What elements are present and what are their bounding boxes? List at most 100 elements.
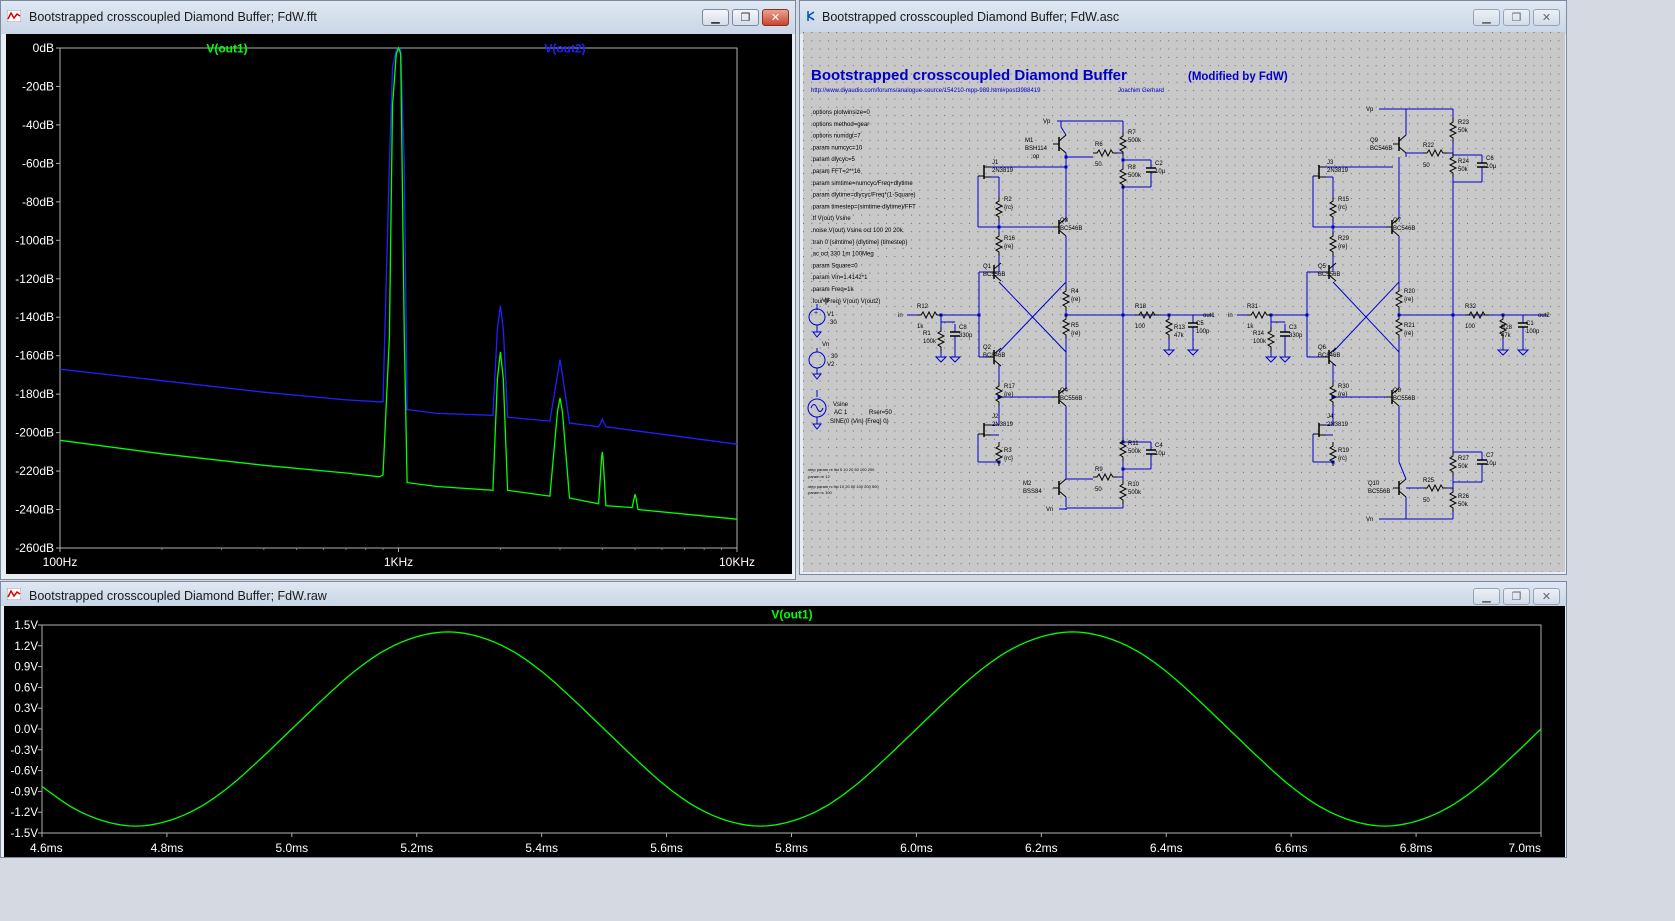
v2-node-label: Vn bbox=[822, 342, 829, 348]
schematic-window[interactable]: Bootstrapped crosscoupled Diamond Buffer… bbox=[799, 0, 1567, 575]
fft-window[interactable]: Bootstrapped crosscoupled Diamond Buffer… bbox=[0, 0, 796, 580]
label-r5: R5 bbox=[1071, 323, 1079, 329]
label-r29: R29 bbox=[1338, 236, 1350, 242]
label-r19: R19 bbox=[1338, 448, 1350, 454]
transient-y-tick-label: 0.3V bbox=[14, 703, 38, 715]
restore-button[interactable]: ❐ bbox=[732, 9, 759, 26]
spice-directive[interactable]: .param Square=0 bbox=[811, 263, 858, 269]
label-j2: J2 bbox=[992, 414, 999, 420]
spice-directive[interactable]: .param dlycyc=5 bbox=[811, 157, 856, 163]
junction-dot bbox=[1121, 467, 1125, 471]
spice-directive[interactable]: .param dlytime=dlycyc/Freq*(1-Square) bbox=[811, 193, 916, 199]
transient-x-tick-label: 6.8ms bbox=[1400, 841, 1433, 855]
value-q6: BC846B bbox=[1318, 353, 1340, 359]
value-r4: {re} bbox=[1071, 297, 1080, 303]
spice-directive[interactable]: .param Vin=1.4142*1 bbox=[811, 275, 868, 281]
op-directive[interactable]: ;op bbox=[1031, 154, 1040, 160]
spice-directive[interactable]: .param FFT=2**16 bbox=[811, 169, 861, 175]
value-r22: 50 bbox=[1423, 163, 1430, 169]
net-vp-left: Vp bbox=[1043, 119, 1051, 125]
schematic-heading[interactable]: Bootstrapped crosscoupled Diamond Buffer bbox=[811, 67, 1127, 84]
step-note[interactable]: .param re 12 bbox=[807, 474, 830, 479]
spice-directive[interactable]: .ac oct 330 1m 100Meg bbox=[811, 252, 874, 258]
step-note[interactable]: .step param rc list 10 20 50 100 200 500 bbox=[807, 484, 879, 489]
restore-button[interactable]: ❐ bbox=[1503, 588, 1530, 605]
label-r20: R20 bbox=[1404, 289, 1416, 295]
value-r27: 50k bbox=[1458, 464, 1469, 470]
close-button[interactable]: ✕ bbox=[762, 9, 789, 26]
transient-y-tick-label: -0.6V bbox=[11, 766, 39, 778]
value-r12: 1k bbox=[917, 324, 924, 330]
schematic-url[interactable]: http://www.diyaudio.com/forums/analogue-… bbox=[811, 88, 1041, 94]
fft-y-tick-label: -120dB bbox=[15, 272, 54, 286]
minimize-button[interactable]: ▁ bbox=[1473, 9, 1500, 26]
fft-plot-background bbox=[6, 34, 792, 574]
fft-window-titlebar[interactable]: Bootstrapped crosscoupled Diamond Buffer… bbox=[1, 1, 795, 34]
label-r8: R8 bbox=[1128, 165, 1136, 171]
spice-directive[interactable]: .options numdgt=7 bbox=[811, 134, 861, 140]
step-note[interactable]: .param rc 100 bbox=[807, 490, 832, 495]
minimize-button[interactable]: ▁ bbox=[702, 9, 729, 26]
restore-button[interactable]: ❐ bbox=[1503, 9, 1530, 26]
spice-directive[interactable]: .tf V(out) Vsine bbox=[811, 216, 851, 222]
transient-plot[interactable]: V(out1) 1.5V 1.2V 0.9V 0.6V 0.3V 0.0V -0.3V -0.… bbox=[4, 606, 1565, 857]
schematic-canvas[interactable]: Bootstrapped crosscoupled Diamond Buffer… bbox=[803, 32, 1565, 572]
label-j4: J4 bbox=[1327, 414, 1334, 420]
transient-y-tick-label: 0.9V bbox=[14, 662, 38, 674]
spice-directive[interactable]: .options plotwinsize=0 bbox=[811, 110, 871, 116]
fft-y-tick-label: 0dB bbox=[33, 41, 54, 55]
minimize-button[interactable]: ▁ bbox=[1473, 588, 1500, 605]
transient-y-tick-label: -0.9V bbox=[11, 786, 39, 798]
label-q8: Q8 bbox=[1393, 388, 1402, 394]
value-r5: {re} bbox=[1071, 331, 1080, 337]
schematic-author[interactable]: Joachim Gerhard bbox=[1118, 88, 1164, 94]
label-r2: R2 bbox=[1004, 197, 1012, 203]
label-r14: R14 bbox=[1253, 331, 1265, 337]
transient-window-titlebar[interactable]: Bootstrapped crosscoupled Diamond Buffer… bbox=[1, 582, 1566, 606]
spice-directive[interactable]: .param timestep=(simtime-dlytime)/FFT bbox=[811, 204, 916, 210]
transient-y-tick-label: 0.0V bbox=[14, 724, 38, 736]
vsine-rser: Rser=50 bbox=[869, 410, 893, 416]
step-note[interactable]: .step param re list 5 10 20 50 100 200 bbox=[807, 467, 875, 472]
fft-y-tick-label: -80dB bbox=[22, 195, 54, 209]
v2-name: V2 bbox=[827, 362, 835, 368]
waveform-icon bbox=[7, 10, 21, 22]
spice-directive[interactable]: .param Freq=1k bbox=[811, 287, 855, 293]
junction-dot bbox=[1064, 155, 1068, 159]
value-r3: {rc} bbox=[1004, 456, 1013, 462]
schematic-window-title: Bootstrapped crosscoupled Diamond Buffer… bbox=[822, 10, 1120, 24]
label-r15: R15 bbox=[1338, 197, 1350, 203]
value-r6: 50 bbox=[1095, 162, 1102, 168]
label-r7: R7 bbox=[1128, 130, 1136, 136]
spice-directive[interactable]: .param simtime=numcyc/Freq+dlytime bbox=[811, 181, 913, 187]
spice-directive[interactable]: .tran 0 {simtime} {dlytime} {timestep} bbox=[811, 240, 907, 246]
fft-y-tick-label: -20dB bbox=[22, 79, 54, 93]
minimize-icon: ▁ bbox=[1482, 11, 1491, 24]
schematic-subheading[interactable]: (Modified by FdW) bbox=[1188, 71, 1288, 83]
close-icon: ✕ bbox=[770, 11, 781, 24]
transient-x-tick-label: 7.0ms bbox=[1508, 841, 1541, 855]
value-r2: {rc} bbox=[1004, 205, 1013, 211]
value-c6: 10µ bbox=[1486, 164, 1497, 170]
transient-trace-label-out1[interactable]: V(out1) bbox=[771, 608, 812, 622]
fft-plot[interactable]: V(out1) V(out2) 0dB -20dB -40dB -60dB -80dB -… bbox=[6, 34, 792, 574]
junction-dot bbox=[1121, 313, 1125, 317]
fft-trace-label-out2[interactable]: V(out2) bbox=[544, 42, 585, 56]
label-c8: C8 bbox=[959, 325, 967, 331]
fft-x-tick-label: 100Hz bbox=[43, 555, 78, 569]
transient-window[interactable]: Bootstrapped crosscoupled Diamond Buffer… bbox=[0, 581, 1567, 858]
spice-directive[interactable]: .options method=gear bbox=[811, 122, 869, 128]
spice-directive[interactable]: .param numcyc=10 bbox=[811, 145, 863, 151]
value-r14: 100k bbox=[1253, 339, 1267, 345]
close-icon: ✕ bbox=[1541, 590, 1552, 603]
label-q10: Q10 bbox=[1368, 481, 1380, 487]
close-button[interactable]: ✕ bbox=[1533, 588, 1560, 605]
value-r31: 1k bbox=[1247, 324, 1254, 330]
fft-x-tick-label: 1KHz bbox=[384, 555, 413, 569]
transient-y-tick-label: -1.2V bbox=[11, 807, 39, 819]
schematic-window-titlebar[interactable]: Bootstrapped crosscoupled Diamond Buffer… bbox=[800, 1, 1566, 34]
close-button[interactable]: ✕ bbox=[1533, 9, 1560, 26]
spice-directive[interactable]: .noise V(out) Vsine oct 100 20 20k bbox=[811, 228, 904, 234]
label-q5: Q5 bbox=[1318, 264, 1327, 270]
fft-trace-label-out1[interactable]: V(out1) bbox=[206, 42, 247, 56]
